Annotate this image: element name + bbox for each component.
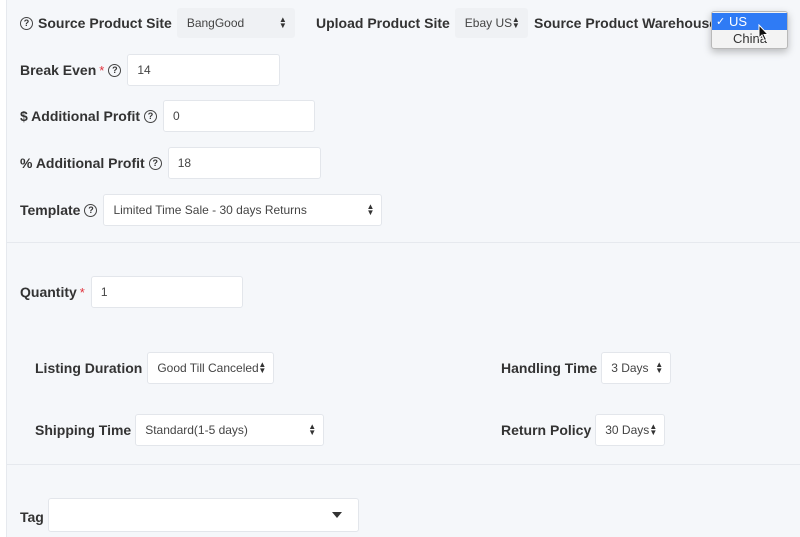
section-divider — [6, 464, 800, 465]
select-arrows-icon: ▲ ▼ — [366, 202, 375, 217]
select-arrows-icon: ▲ ▼ — [258, 360, 267, 375]
additional-profit-percent-input[interactable]: 18 — [167, 147, 321, 179]
help-icon[interactable]: ? — [148, 156, 162, 170]
template-select[interactable]: Limited Time Sale - 30 days Returns ▲ ▼ — [103, 194, 383, 226]
additional-profit-dollar-input[interactable]: 0 — [163, 100, 316, 132]
tag-label: Tag — [20, 509, 44, 525]
left-panel-edge — [0, 0, 7, 537]
return-policy-value: 30 Days — [605, 423, 650, 437]
select-arrows-icon: ▲ ▼ — [278, 15, 287, 30]
warehouse-option-china[interactable]: China — [712, 30, 787, 47]
listing-duration-row: Listing Duration Good Till Canceled ▲ ▼ — [35, 352, 275, 384]
additional-profit-dollar-row: $ Additional Profit ? 0 — [20, 100, 316, 132]
select-arrows-icon: ▲ ▼ — [655, 360, 664, 375]
select-arrows-icon: ▲ ▼ — [511, 15, 520, 30]
return-policy-row: Return Policy 30 Days ▲ ▼ — [501, 414, 666, 446]
help-icon[interactable]: ? — [108, 63, 122, 77]
help-icon[interactable]: ? — [144, 109, 158, 123]
mouse-cursor-icon — [758, 24, 770, 42]
quantity-input[interactable]: 1 — [90, 276, 243, 308]
help-icon[interactable]: ? — [20, 16, 33, 30]
listing-duration-select[interactable]: Good Till Canceled ▲ ▼ — [147, 352, 275, 384]
additional-profit-dollar-label: $ Additional Profit — [20, 108, 141, 124]
warehouse-option-us[interactable]: ✓ US — [712, 13, 787, 30]
upload-site-label: Upload Product Site — [316, 15, 450, 31]
quantity-row: Quantity * 1 — [20, 276, 243, 308]
handling-time-label: Handling Time — [501, 360, 598, 376]
handling-time-select[interactable]: 3 Days ▲ ▼ — [601, 352, 672, 384]
shipping-time-select[interactable]: Standard(1-5 days) ▲ ▼ — [135, 414, 325, 446]
required-mark: * — [79, 284, 85, 300]
source-site-row: ? Source Product Site BangGood ▲ ▼ — [20, 8, 295, 38]
quantity-value: 1 — [100, 285, 108, 299]
help-icon[interactable]: ? — [84, 203, 98, 217]
break-even-label: Break Even — [20, 62, 97, 78]
warehouse-dropdown-list[interactable]: ✓ US China — [711, 11, 788, 49]
select-arrows-icon: ▲ ▼ — [308, 422, 317, 437]
listing-duration-label: Listing Duration — [35, 360, 143, 376]
quantity-label: Quantity — [20, 284, 77, 300]
shipping-time-row: Shipping Time Standard(1-5 days) ▲ ▼ — [35, 414, 325, 446]
template-label: Template — [20, 202, 81, 218]
section-divider — [6, 242, 800, 243]
chevron-down-icon — [331, 512, 342, 518]
shipping-time-label: Shipping Time — [35, 422, 132, 438]
source-site-label: Source Product Site — [38, 15, 172, 31]
tag-select[interactable] — [47, 498, 359, 532]
handling-time-row: Handling Time 3 Days ▲ ▼ — [501, 352, 672, 384]
source-warehouse-label: Source Product Warehouse — [534, 15, 714, 31]
tag-row: Tag — [20, 498, 359, 532]
template-value: Limited Time Sale - 30 days Returns — [113, 203, 307, 217]
listing-duration-value: Good Till Canceled — [157, 361, 259, 375]
source-site-value: BangGood — [186, 16, 245, 30]
additional-profit-percent-row: % Additional Profit ? 18 — [20, 147, 321, 179]
source-site-select[interactable]: BangGood ▲ ▼ — [176, 8, 295, 38]
break-even-input[interactable]: 14 — [127, 54, 281, 86]
return-policy-label: Return Policy — [501, 422, 592, 438]
break-even-value: 14 — [137, 63, 151, 77]
upload-site-select[interactable]: Ebay US ▲ ▼ — [454, 8, 528, 38]
return-policy-select[interactable]: 30 Days ▲ ▼ — [595, 414, 666, 446]
additional-profit-dollar-value: 0 — [173, 109, 180, 123]
shipping-time-value: Standard(1-5 days) — [145, 423, 248, 437]
additional-profit-percent-label: % Additional Profit — [20, 155, 145, 171]
required-mark: * — [99, 62, 105, 78]
select-arrows-icon: ▲ ▼ — [649, 422, 658, 437]
check-icon: ✓ — [716, 16, 726, 28]
upload-site-value: Ebay US — [464, 16, 513, 30]
upload-site-row: Upload Product Site Ebay US ▲ ▼ — [316, 8, 528, 38]
additional-profit-percent-value: 18 — [177, 156, 192, 170]
handling-time-value: 3 Days — [611, 361, 649, 375]
source-warehouse-row: Source Product Warehouse — [534, 8, 714, 38]
template-row: Template ? Limited Time Sale - 30 days R… — [20, 194, 383, 226]
break-even-row: Break Even * ? 14 — [20, 54, 281, 86]
